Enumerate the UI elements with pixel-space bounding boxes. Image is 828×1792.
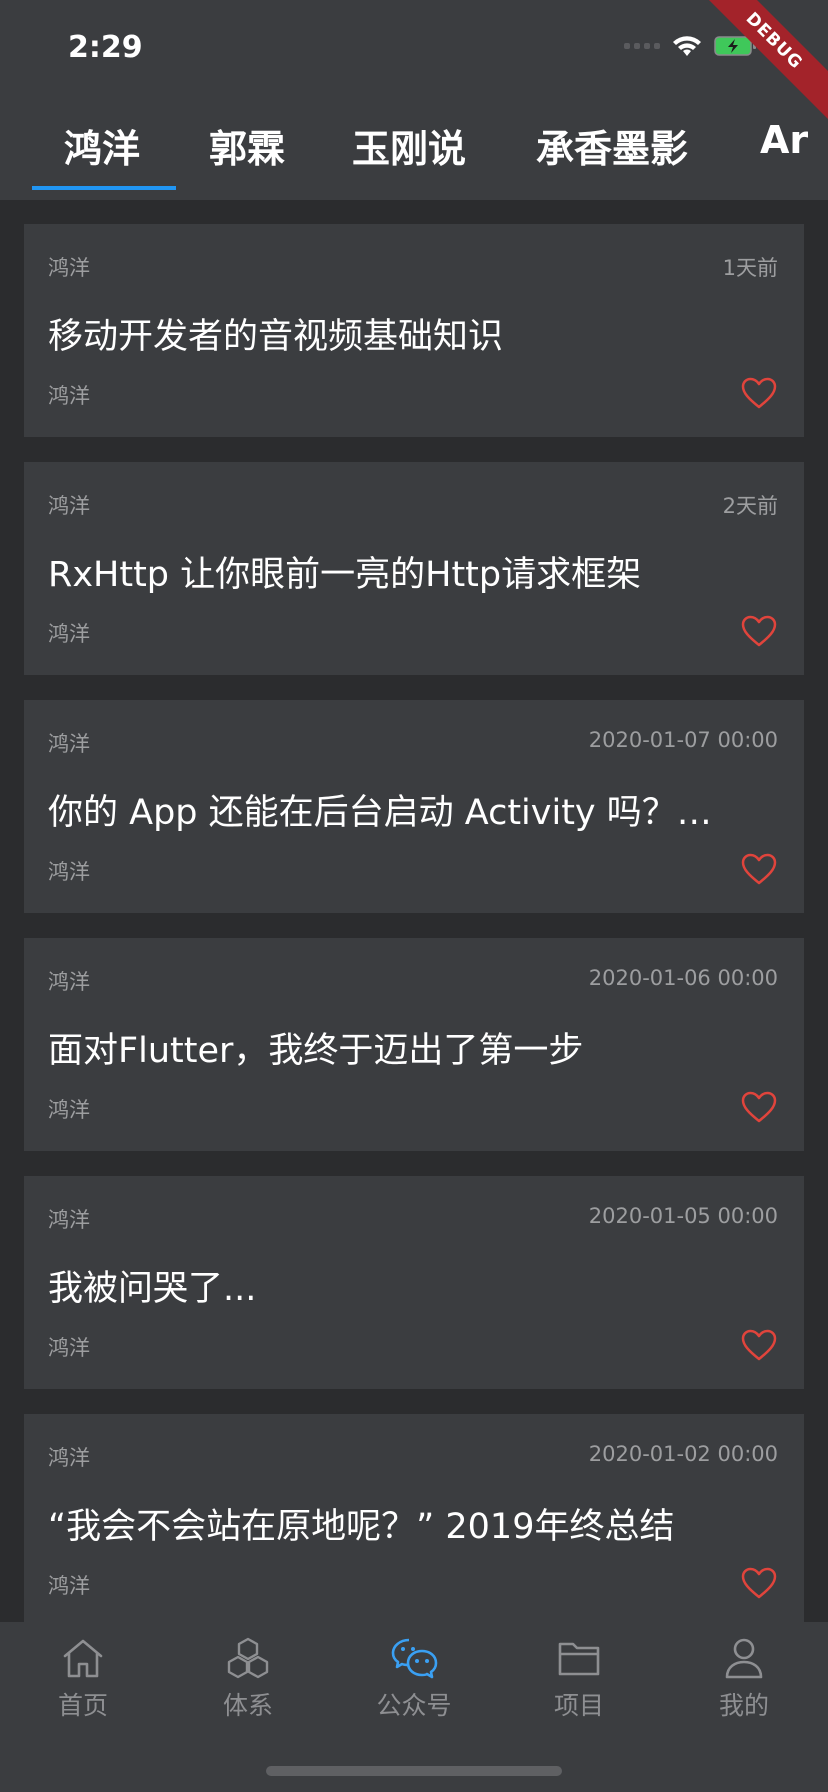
wifi-icon: [672, 34, 702, 58]
app-header: 2:29 DEBUG 鸿洋 郭霖 玉刚说 承香墨影 Ar: [0, 0, 828, 200]
article-author: 鸿洋: [48, 732, 90, 756]
article-date: 2020-01-02 00:00: [588, 1442, 778, 1466]
article-title: 面对Flutter，我终于迈出了第一步: [48, 1031, 584, 1071]
heart-icon[interactable]: [740, 1090, 778, 1124]
article-chapter: 鸿洋: [48, 1336, 90, 1360]
article-chapter: 鸿洋: [48, 1098, 90, 1122]
nav-project-label: 项目: [553, 1691, 604, 1720]
nav-wechat[interactable]: 公众号: [354, 1636, 474, 1722]
article-card[interactable]: 鸿洋 1天前 移动开发者的音视频基础知识 鸿洋: [24, 224, 804, 437]
folder-icon: [558, 1642, 600, 1676]
home-icon: [63, 1639, 103, 1678]
article-title: “我会不会站在原地呢？” 2019年终总结: [48, 1507, 675, 1547]
user-icon: [725, 1638, 763, 1679]
tab-active-indicator: [32, 186, 176, 190]
cubes-icon: [227, 1637, 269, 1679]
nav-mine-label: 我的: [718, 1691, 769, 1720]
article-author: 鸿洋: [48, 970, 90, 994]
article-title: 我被问哭了...: [48, 1269, 257, 1309]
article-chapter: 鸿洋: [48, 1574, 90, 1598]
article-title: 移动开发者的音视频基础知识: [48, 317, 504, 357]
tab-android[interactable]: Ar: [760, 118, 808, 162]
article-author: 鸿洋: [48, 1208, 90, 1232]
heart-icon[interactable]: [740, 1328, 778, 1362]
nav-home-label: 首页: [57, 1691, 108, 1720]
wechat-icon: [391, 1638, 438, 1679]
tab-bar: 鸿洋 郭霖 玉刚说 承香墨影 Ar: [0, 110, 828, 190]
heart-icon[interactable]: [740, 614, 778, 648]
heart-icon[interactable]: [740, 852, 778, 886]
tab-yugangshuo[interactable]: 玉刚说: [352, 118, 466, 173]
article-chapter: 鸿洋: [48, 622, 90, 646]
tab-guolin[interactable]: 郭霖: [209, 118, 285, 173]
article-card[interactable]: 鸿洋 2天前 RxHttp 让你眼前一亮的Http请求框架 鸿洋: [24, 462, 804, 675]
article-chapter: 鸿洋: [48, 860, 90, 884]
article-card[interactable]: 鸿洋 2020-01-05 00:00 我被问哭了... 鸿洋: [24, 1176, 804, 1389]
article-card[interactable]: 鸿洋 2020-01-07 00:00 你的 App 还能在后台启动 Activ…: [24, 700, 804, 913]
tab-chengxiangmoying[interactable]: 承香墨影: [536, 118, 688, 173]
article-author: 鸿洋: [48, 494, 90, 518]
cellular-signal-icon: [624, 43, 660, 49]
article-date: 2020-01-05 00:00: [588, 1204, 778, 1228]
heart-icon[interactable]: [740, 376, 778, 410]
nav-project[interactable]: 项目: [519, 1636, 639, 1722]
article-date: 1天前: [722, 256, 778, 280]
article-date: 2天前: [722, 494, 778, 518]
article-date: 2020-01-07 00:00: [588, 728, 778, 752]
article-title: RxHttp 让你眼前一亮的Http请求框架: [48, 555, 642, 595]
article-card[interactable]: 鸿洋 2020-01-06 00:00 面对Flutter，我终于迈出了第一步 …: [24, 938, 804, 1151]
nav-system[interactable]: 体系: [188, 1636, 308, 1722]
status-icons: [624, 34, 758, 58]
nav-home[interactable]: 首页: [23, 1636, 143, 1722]
status-time: 2:29: [68, 30, 143, 65]
heart-icon[interactable]: [740, 1566, 778, 1600]
debug-banner: DEBUG: [691, 0, 828, 124]
article-author: 鸿洋: [48, 1446, 90, 1470]
article-card[interactable]: 鸿洋 2020-01-02 00:00 “我会不会站在原地呢？” 2019年终总…: [24, 1414, 804, 1627]
tab-hongyang[interactable]: 鸿洋: [64, 118, 140, 173]
home-indicator[interactable]: [266, 1766, 562, 1776]
article-author: 鸿洋: [48, 256, 90, 280]
article-date: 2020-01-06 00:00: [588, 966, 778, 990]
nav-system-label: 体系: [222, 1691, 273, 1720]
nav-mine[interactable]: 我的: [684, 1636, 804, 1722]
nav-wechat-label: 公众号: [376, 1691, 452, 1720]
article-title: 你的 App 还能在后台启动 Activity 吗？…: [48, 793, 712, 833]
article-chapter: 鸿洋: [48, 384, 90, 408]
